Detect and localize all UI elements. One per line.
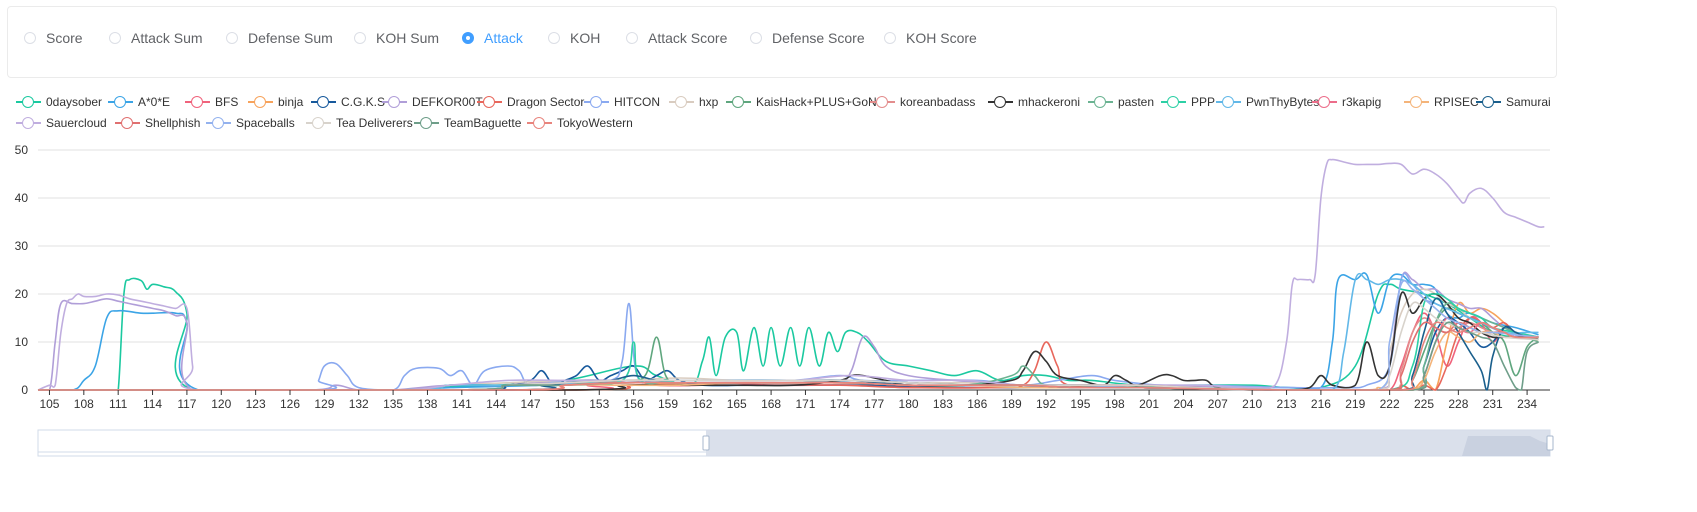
x-tick-label: 195	[1070, 397, 1090, 411]
series-line-sauercloud	[37, 158, 1545, 391]
x-tick-label: 183	[933, 397, 953, 411]
x-tick-label: 198	[1105, 397, 1125, 411]
x-tick-label: 234	[1517, 397, 1537, 411]
series-line-0daysober	[38, 277, 1539, 391]
x-tick-label: 189	[1002, 397, 1022, 411]
zoom-handle[interactable]	[702, 435, 710, 451]
x-tick-label: 144	[486, 397, 506, 411]
series-line-dragon-sector	[38, 316, 1539, 391]
x-tick-label: 219	[1345, 397, 1365, 411]
series-line-binja	[38, 301, 1539, 391]
x-tick-label: 114	[143, 397, 162, 411]
series-line-kaishack-plus-gon	[38, 307, 1540, 391]
x-tick-label: 177	[864, 397, 884, 411]
y-axis: 0 10 20 30 40 50	[15, 143, 29, 397]
series-line-tea-deliverers	[38, 301, 1539, 391]
x-tick-label: 216	[1311, 397, 1331, 411]
x-tick-label: 135	[383, 397, 403, 411]
x-tick-label: 132	[349, 397, 369, 411]
x-tick-label: 210	[1242, 397, 1262, 411]
y-tick-label: 50	[15, 143, 29, 157]
x-tick-label: 225	[1414, 397, 1434, 411]
x-tick-label: 204	[1173, 397, 1193, 411]
x-tick-label: 156	[624, 397, 644, 411]
x-tick-label: 180	[899, 397, 919, 411]
x-tick-label: 123	[246, 397, 266, 411]
x-tick-label: 186	[967, 397, 987, 411]
x-tick-label: 165	[727, 397, 747, 411]
x-tick-label: 207	[1208, 397, 1228, 411]
series-line-c-g-k-s	[38, 316, 1539, 391]
x-tick-label: 153	[589, 397, 609, 411]
x-tick-label: 192	[1036, 397, 1056, 411]
y-tick-label: 10	[15, 335, 29, 349]
x-tick-label: 108	[74, 397, 94, 411]
x-tick-label: 129	[314, 397, 334, 411]
x-axis: 105 108 111 114 117 120 123 126 129 132 135 138 141 1…	[39, 390, 1537, 411]
series-line-koreanbadass	[38, 317, 1539, 391]
y-tick-label: 40	[15, 191, 29, 205]
x-tick-label: 162	[692, 397, 712, 411]
y-tick-label: 30	[15, 239, 29, 253]
series-line-mhackeroni	[38, 291, 1539, 391]
x-tick-label: 222	[1380, 397, 1400, 411]
x-tick-label: 147	[521, 397, 541, 411]
data-zoom-slider[interactable]	[37, 429, 1554, 457]
series-line-r3kapig	[38, 316, 1539, 391]
x-tick-label: 150	[555, 397, 575, 411]
x-tick-label: 201	[1139, 397, 1159, 411]
x-tick-label: 228	[1448, 397, 1468, 411]
attack-line-chart: 105 108 111 114 117 120 123 126 129 132 135 138 141 1…	[15, 143, 1554, 457]
series-line-bfs	[38, 312, 1539, 391]
zoom-selected-range[interactable]	[706, 430, 1550, 456]
zoom-handle[interactable]	[1546, 435, 1554, 451]
x-tick-label: 159	[658, 397, 678, 411]
series-line-samurai	[38, 297, 1539, 391]
x-tick-label: 141	[452, 397, 472, 411]
y-tick-label: 20	[15, 287, 29, 301]
x-tick-label: 105	[39, 397, 59, 411]
chart-grid	[38, 149, 1550, 391]
x-tick-label: 174	[830, 397, 850, 411]
x-tick-label: 117	[177, 397, 196, 411]
x-tick-label: 231	[1483, 397, 1503, 411]
x-tick-label: 111	[109, 397, 128, 411]
x-tick-label: 126	[280, 397, 300, 411]
x-tick-label: 120	[211, 397, 231, 411]
x-tick-label: 213	[1277, 397, 1297, 411]
x-tick-label: 171	[795, 397, 815, 411]
x-tick-label: 168	[761, 397, 781, 411]
x-tick-label: 138	[417, 397, 437, 411]
series-line-pasten	[38, 302, 1539, 391]
y-tick-label: 0	[21, 383, 28, 397]
chart-series-lines	[37, 158, 1545, 391]
series-line-hxp	[38, 288, 1539, 391]
